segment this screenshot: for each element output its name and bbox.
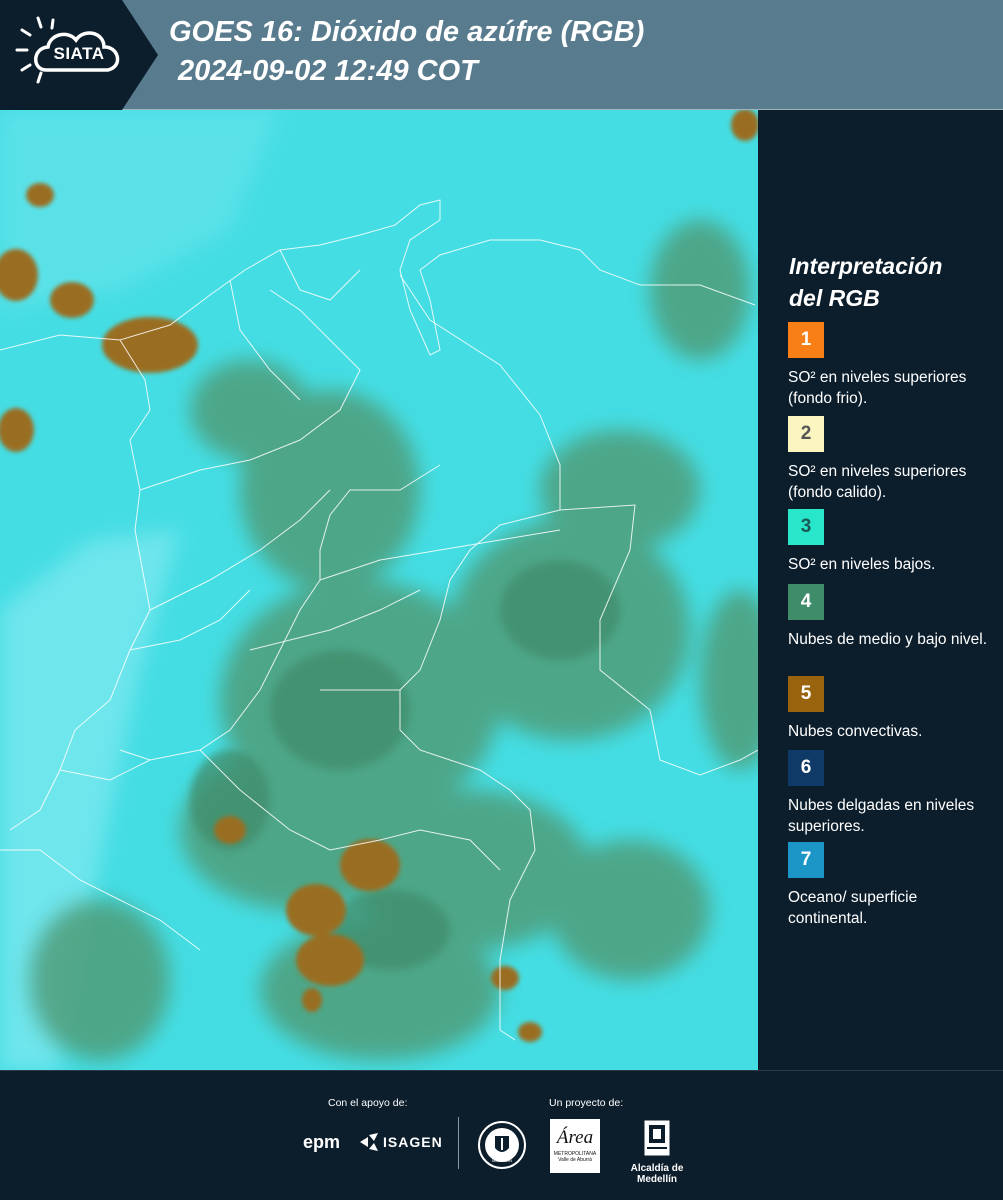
legend-label-7: Oceano/ superficie continental.: [788, 889, 918, 927]
legend-number-1: 1: [800, 329, 812, 350]
epm-logo: epm: [303, 1132, 340, 1153]
legend-label-5: Nubes convectivas.: [788, 723, 923, 740]
legend-title: Interpretación del RGB: [789, 250, 989, 314]
satellite-map: [0, 110, 758, 1070]
legend-swatch-2: 2: [788, 416, 824, 452]
legend-title-line2: del RGB: [789, 285, 880, 311]
seal-text: MEDELLÍN: [491, 1158, 512, 1163]
medellin-seal-logo: MEDELLÍN: [477, 1120, 527, 1170]
legend-item-7: 7 Oceano/ superficie continental.: [788, 842, 993, 929]
legend-number-2: 2: [800, 423, 812, 444]
isagen-logo: ISAGEN: [360, 1133, 443, 1151]
legend-number-7: 7: [800, 849, 812, 870]
footer: Con el apoyo de: Un proyecto de: epm ISA…: [0, 1070, 1003, 1200]
legend-item-5: 5 Nubes convectivas.: [788, 676, 993, 742]
legend-item-6: 6 Nubes delgadas en niveles superiores.: [788, 750, 993, 837]
project-label: Un proyecto de:: [549, 1097, 624, 1109]
alcaldia-logo: Alcaldía de Medellín: [612, 1119, 702, 1185]
isagen-mark-icon: [360, 1133, 378, 1151]
page-title: GOES 16: Dióxido de azúfre (RGB): [169, 16, 645, 48]
support-label: Con el apoyo de:: [328, 1097, 408, 1109]
legend-item-4: 4 Nubes de medio y bajo nivel.: [788, 584, 993, 650]
legend-swatch-1: 1: [788, 322, 824, 358]
page-timestamp: 2024-09-02 12:49 COT: [178, 55, 478, 87]
area-logo-text: Área: [556, 1127, 594, 1148]
legend-label-2: SO² en niveles superiores (fondo calido)…: [788, 463, 967, 501]
satellite-rgb-image: [0, 110, 758, 1070]
legend-swatch-4: 4: [788, 584, 824, 620]
legend-swatch-5: 5: [788, 676, 824, 712]
legend-number-4: 4: [800, 591, 812, 612]
legend-item-3: 3 SO² en niveles bajos.: [788, 509, 993, 575]
logo-text: SIATA: [53, 44, 105, 63]
legend-swatch-3: 3: [788, 509, 824, 545]
legend-panel: Interpretación del RGB 1 SO² en niveles …: [758, 110, 1003, 1070]
isagen-logo-text: ISAGEN: [383, 1134, 443, 1150]
epm-logo-text: epm: [303, 1132, 341, 1152]
alcaldia-shield-icon: [644, 1120, 670, 1156]
header-bar: SIATA GOES 16: Dióxido de azúfre (RGB) 2…: [0, 0, 1003, 110]
legend-title-line1: Interpretación: [789, 253, 943, 279]
legend-number-5: 5: [800, 683, 812, 704]
siata-logo: SIATA: [0, 0, 158, 110]
legend-item-1: 1 SO² en niveles superiores (fondo frio)…: [788, 322, 993, 409]
legend-label-3: SO² en niveles bajos.: [788, 556, 936, 573]
legend-item-2: 2 SO² en niveles superiores (fondo calid…: [788, 416, 993, 503]
legend-swatch-7: 7: [788, 842, 824, 878]
legend-swatch-6: 6: [788, 750, 824, 786]
alcaldia-logo-text: Alcaldía de Medellín: [630, 1163, 684, 1185]
area-logo-sub2: Valle de Aburrá: [558, 1157, 592, 1163]
legend-number-3: 3: [800, 516, 812, 537]
legend-number-6: 6: [800, 757, 812, 778]
area-metropolitana-logo: Área METROPOLITANA Valle de Aburrá: [550, 1119, 600, 1173]
legend-label-1: SO² en niveles superiores (fondo frio).: [788, 369, 967, 407]
footer-divider: [458, 1117, 459, 1169]
legend-label-6: Nubes delgadas en niveles superiores.: [788, 797, 975, 835]
legend-label-4: Nubes de medio y bajo nivel.: [788, 631, 988, 648]
